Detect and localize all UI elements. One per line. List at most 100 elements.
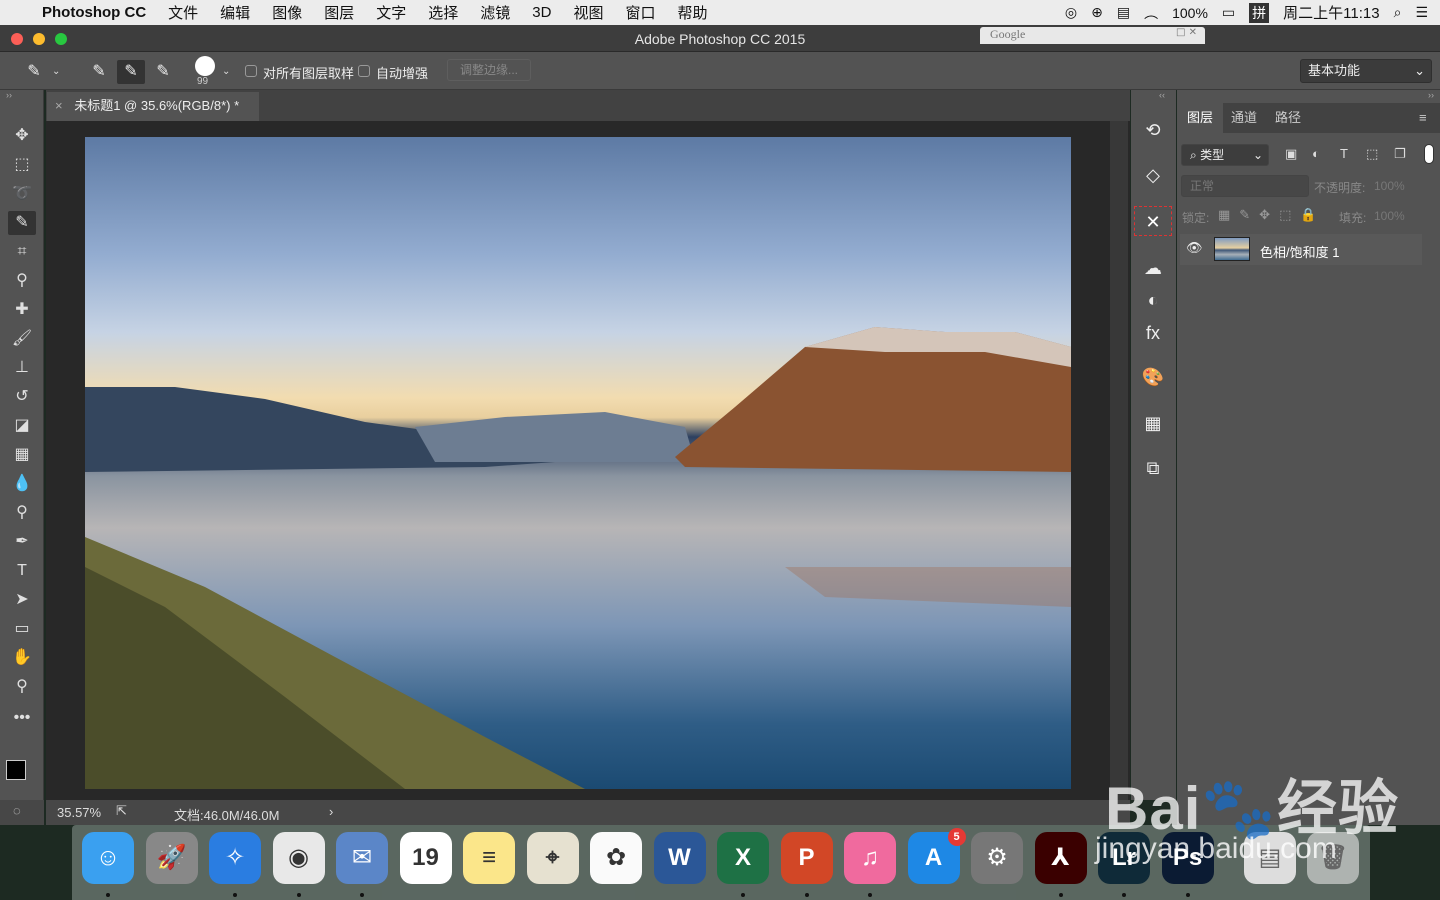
vertical-scrollbar[interactable] (1110, 121, 1128, 800)
filter-type-icon[interactable]: T (1340, 146, 1348, 161)
eyedropper-tool-icon[interactable]: ⚲ (8, 269, 36, 293)
fill-input[interactable]: 100% (1374, 209, 1405, 223)
styles-icon[interactable]: fx (1134, 318, 1172, 348)
crop-tool-icon[interactable]: ⌗ (8, 240, 36, 264)
filter-smart-object-icon[interactable]: ❐ (1394, 146, 1406, 162)
close-icon[interactable]: □ ✕ (1176, 27, 1197, 38)
sample-all-layers-checkbox[interactable] (245, 65, 257, 77)
eye-icon[interactable]: 👁 (1186, 240, 1203, 256)
lock-icons[interactable]: ▦✎✥⬚🔒 (1218, 207, 1326, 223)
dock-app-acrobat[interactable]: ⅄ (1034, 832, 1087, 884)
selected-panel-icon[interactable]: ✕ (1134, 206, 1172, 236)
memory-icon[interactable]: ▤ (1117, 4, 1130, 21)
adjustments-icon[interactable]: ◐ (1134, 285, 1172, 315)
dock-app-chrome[interactable]: ◉ (272, 832, 325, 884)
expand-icon[interactable]: ›› (6, 90, 12, 100)
canvas-image[interactable] (85, 137, 1071, 789)
dock-app-system-preferences[interactable]: ⚙ (971, 832, 1023, 884)
dock-app-app-store[interactable]: A5 (907, 828, 966, 884)
dock-app-powerpoint[interactable]: P (780, 832, 833, 884)
blur-tool-icon[interactable]: 💧 (8, 472, 36, 496)
auto-enhance-checkbox[interactable] (358, 65, 370, 77)
menu-view[interactable]: 视图 (573, 2, 603, 23)
history-panel-icon[interactable]: ⟲ (1134, 115, 1172, 145)
menu-edit[interactable]: 编辑 (220, 2, 250, 23)
battery-icon[interactable]: ▭ (1222, 4, 1235, 21)
layer-row[interactable]: 👁 色相/饱和度 1 (1180, 234, 1422, 265)
filter-toggle[interactable] (1424, 144, 1434, 164)
filter-pixel-icon[interactable]: ▣ (1285, 146, 1297, 162)
tab-channels[interactable]: 通道 (1221, 103, 1267, 133)
filter-shape-icon[interactable]: ⬚ (1366, 146, 1378, 162)
input-method[interactable]: 拼 (1249, 2, 1270, 23)
dodge-tool-icon[interactable]: ⚲ (8, 501, 36, 525)
dock-app-notes[interactable]: ≡ (463, 832, 515, 884)
creative-cloud-icon[interactable]: ◎ (1065, 4, 1077, 21)
menu-image[interactable]: 图像 (272, 2, 302, 23)
dock-app-maps[interactable]: ⌖ (526, 832, 579, 884)
stamp-tool-icon[interactable]: ⊥ (8, 356, 36, 380)
dock-app-mail[interactable]: ✉ (336, 832, 388, 884)
spotlight-icon[interactable]: ⌕ (1394, 4, 1402, 21)
opacity-input[interactable]: 100% (1374, 179, 1405, 193)
refine-edge-button[interactable]: 调整边缘... (447, 59, 531, 81)
google-tab[interactable]: Google □ ✕ (980, 27, 1205, 44)
libraries-icon[interactable]: ☁ (1134, 253, 1172, 283)
menu-window[interactable]: 窗口 (625, 2, 655, 23)
dock-app-safari[interactable]: ✧ (209, 832, 261, 884)
chevron-down-icon[interactable]: ⌄ (52, 66, 60, 77)
eraser-tool-icon[interactable]: ◪ (8, 414, 36, 438)
dock-app-photos[interactable]: ✿ (590, 832, 642, 884)
document-tab[interactable]: × 未标题1 @ 35.6%(RGB/8*) * (47, 92, 259, 121)
healing-brush-tool-icon[interactable]: ✚ (8, 298, 36, 322)
dock-app-launchpad[interactable]: 🚀 (145, 832, 198, 884)
menu-app[interactable]: Photoshop CC (42, 4, 146, 21)
new-selection-icon[interactable]: ✎ (85, 60, 113, 84)
move-tool-icon[interactable]: ✥ (8, 124, 36, 148)
path-selection-tool-icon[interactable]: ➤ (8, 588, 36, 612)
brush-preview-icon[interactable] (195, 56, 215, 76)
menu-type[interactable]: 文字 (376, 2, 406, 23)
dock-app-excel[interactable]: X (717, 832, 769, 884)
quick-selection-preset-icon[interactable]: ✎ (20, 60, 48, 84)
3d-icon[interactable]: ⧉ (1134, 453, 1172, 483)
expand-icon[interactable]: ›› (1428, 90, 1434, 100)
dock-app-calendar[interactable]: 19 (399, 832, 452, 884)
subtract-selection-icon[interactable]: ✎ (149, 60, 177, 84)
menu-help[interactable]: 帮助 (677, 2, 707, 23)
dock-app-finder[interactable]: ☺ (82, 832, 134, 884)
history-brush-tool-icon[interactable]: ↺ (8, 385, 36, 409)
filter-adjustment-icon[interactable]: ◐ (1312, 146, 1320, 161)
clock[interactable]: 周二上午11:13 (1283, 2, 1379, 23)
rectangle-tool-icon[interactable]: ▭ (8, 617, 36, 641)
panel-menu-icon[interactable]: ≡ (1419, 110, 1427, 125)
grid-icon[interactable]: ▦ (1134, 408, 1172, 438)
menu-file[interactable]: 文件 (168, 2, 198, 23)
gradient-tool-icon[interactable]: ▦ (8, 443, 36, 467)
tab-layers[interactable]: 图层 (1177, 103, 1224, 133)
menu-3d[interactable]: 3D (532, 4, 551, 21)
chevron-down-icon[interactable]: ⌄ (222, 66, 230, 77)
pen-tool-icon[interactable]: ✒ (8, 530, 36, 554)
dock-app-itunes[interactable]: ♫ (844, 832, 896, 884)
zoom-level[interactable]: 35.57% (57, 805, 101, 820)
status-menu-arrow[interactable]: › (329, 804, 333, 819)
menu-layer[interactable]: 图层 (324, 2, 354, 23)
menu-select[interactable]: 选择 (428, 2, 458, 23)
share-icon[interactable]: ⇱ (116, 803, 127, 819)
workspace-select[interactable]: 基本功能 ⌄ (1300, 59, 1432, 83)
wifi-icon[interactable]: ︵ (1144, 3, 1158, 23)
tab-paths[interactable]: 路径 (1265, 103, 1311, 133)
brush-tool-icon[interactable]: 🖌 (8, 327, 36, 351)
quick-mask-button[interactable]: ◌ (0, 800, 44, 825)
swatches-icon[interactable]: 🎨 (1134, 362, 1172, 392)
marquee-tool-icon[interactable]: ⬚ (8, 153, 36, 177)
collapse-icon[interactable]: ‹‹ (1159, 90, 1165, 100)
lasso-tool-icon[interactable]: ➰ (8, 182, 36, 206)
more-tools-icon[interactable]: ••• (8, 706, 36, 730)
menu-filter[interactable]: 滤镜 (480, 2, 510, 23)
dock-app-word[interactable]: W (653, 832, 706, 884)
add-to-selection-icon[interactable]: ✎ (117, 60, 145, 84)
plus-circle-icon[interactable]: ⊕ (1091, 4, 1103, 21)
quick-selection-tool-icon[interactable]: ✎ (8, 211, 36, 235)
